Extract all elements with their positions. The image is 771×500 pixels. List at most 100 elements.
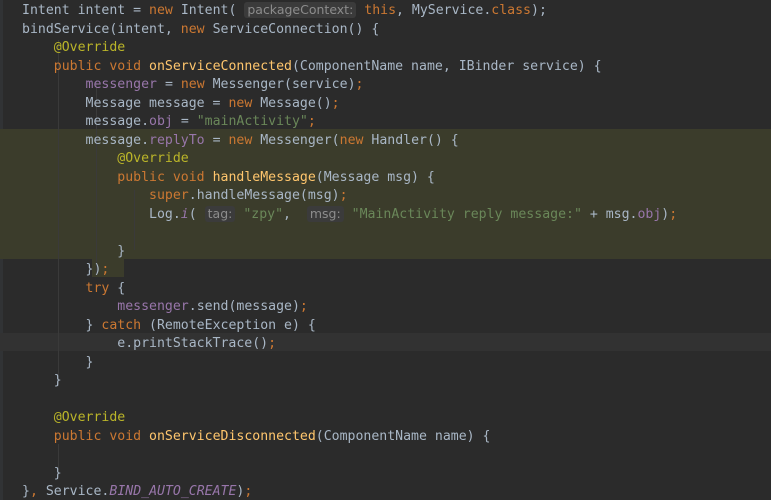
code-token: new <box>228 95 261 111</box>
code-token: new <box>149 3 181 18</box>
code-line[interactable]: @Override <box>22 409 125 427</box>
code-token: Intent( <box>180 3 245 18</box>
code-line[interactable]: Log.i( tag: "zpy", msg: "MainActivity re… <box>22 205 677 224</box>
code-token: Messenger(service) <box>212 77 356 92</box>
code-line[interactable]: }, Service.BIND_AUTO_CREATE); <box>22 483 252 500</box>
code-line[interactable]: messenger = new Messenger(service); <box>22 76 364 94</box>
code-token: + msg. <box>581 206 638 222</box>
parameter-hint: tag: <box>204 205 236 222</box>
code-line[interactable]: }); <box>22 261 110 279</box>
code-line[interactable]: @Override <box>22 150 189 168</box>
code-token: e.printStackTrace() <box>22 336 269 351</box>
code-token: class <box>491 3 531 18</box>
code-token: replyTo <box>149 132 205 148</box>
code-line[interactable]: public void onServiceDisconnected(Compon… <box>22 428 491 446</box>
code-token: @Override <box>53 40 126 55</box>
code-line[interactable]: messenger.send(message); <box>22 298 308 316</box>
code-token: } <box>22 317 102 333</box>
code-line[interactable]: } <box>22 372 62 390</box>
code-line[interactable]: } <box>22 465 62 483</box>
code-token: public void <box>53 428 150 444</box>
code-token: ; <box>307 114 316 129</box>
code-token: Message() <box>260 95 332 111</box>
code-line[interactable]: public void handleMessage(Message msg) { <box>22 169 435 187</box>
code-token: i <box>180 206 189 222</box>
code-line[interactable]: message.replyTo = new Messenger(new Hand… <box>22 132 459 150</box>
code-token: , <box>29 484 46 499</box>
code-token: BIND_AUTO_CREATE <box>109 484 237 499</box>
code-line[interactable]: public void onServiceConnected(Component… <box>22 58 602 76</box>
code-token: ; <box>244 484 253 499</box>
code-token: @Override <box>53 410 126 425</box>
code-line[interactable]: } <box>22 354 94 372</box>
code-token: } <box>22 243 126 259</box>
code-token: = <box>157 77 181 92</box>
code-token: Log. <box>22 206 181 222</box>
code-token: "MainActivity reply message:" <box>351 206 582 222</box>
code-line[interactable]: e.printStackTrace(); <box>22 335 276 353</box>
code-token: (Message msg) { <box>315 169 435 185</box>
code-token: try <box>85 280 118 296</box>
code-token: ; <box>299 299 308 314</box>
code-token: super <box>149 188 189 203</box>
code-token: "mainActivity" <box>196 114 308 129</box>
code-token: message. <box>22 114 150 129</box>
code-line[interactable]: message.obj = "mainActivity"; <box>22 113 316 131</box>
code-token: ; <box>268 336 277 351</box>
code-line[interactable]: bindService(intent, new ServiceConnectio… <box>22 21 379 39</box>
code-token: Handler() { <box>371 132 459 148</box>
code-line[interactable]: } <box>22 243 125 261</box>
code-token: = <box>172 114 197 129</box>
code-token: (ComponentName name, IBinder service) { <box>291 58 602 74</box>
code-token: ; <box>101 262 110 277</box>
code-line[interactable]: super.handleMessage(msg); <box>22 187 348 205</box>
code-token: new <box>180 77 213 92</box>
code-token: } <box>22 484 30 499</box>
code-token: "zpy" <box>243 206 284 222</box>
code-token: messenger <box>117 299 189 314</box>
code-token: this <box>364 3 397 18</box>
code-token: message. <box>22 132 150 148</box>
code-token: .handleMessage(msg) <box>188 188 340 203</box>
code-token: } <box>22 354 94 370</box>
code-token: messenger <box>85 77 157 92</box>
code-token: { <box>117 280 126 296</box>
code-editor[interactable]: Intent intent = new Intent( packageConte… <box>0 0 771 500</box>
code-token: ( <box>188 206 205 222</box>
code-token: obj <box>637 206 662 222</box>
code-token: ; <box>331 95 340 111</box>
code-line[interactable]: } catch (RemoteException e) { <box>22 317 316 335</box>
code-token: (ComponentName name) { <box>315 428 491 444</box>
parameter-hint: msg: <box>306 205 344 222</box>
code-token: } <box>22 373 62 388</box>
code-token: @Override <box>117 151 189 166</box>
code-token: (RemoteException e) { <box>149 317 316 333</box>
code-line[interactable]: Intent intent = new Intent( packageConte… <box>22 2 547 20</box>
code-token: onServiceDisconnected <box>149 428 316 444</box>
code-token: = <box>204 132 229 148</box>
code-token: , MyService. <box>396 3 492 18</box>
code-token: public void <box>53 58 150 74</box>
code-line[interactable]: @Override <box>22 39 125 57</box>
code-token: new <box>228 132 261 148</box>
code-token: .send(message) <box>188 299 300 314</box>
code-line[interactable]: try { <box>22 280 126 298</box>
parameter-hint: packageContext: <box>244 2 357 18</box>
code-token: Intent intent = <box>22 3 150 18</box>
code-token: } <box>22 465 62 481</box>
code-token: Message message = <box>22 95 229 111</box>
code-line[interactable]: Message message = new Message(); <box>22 95 340 113</box>
code-token: public void <box>117 169 213 185</box>
code-token: ); <box>531 3 547 18</box>
code-token: bindService(intent, <box>22 21 181 37</box>
